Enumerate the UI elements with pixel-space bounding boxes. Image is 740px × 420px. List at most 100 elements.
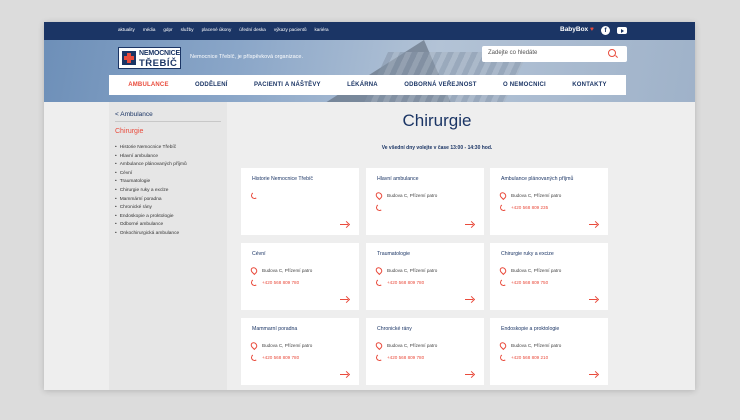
sidebar: < Ambulance Chirurgie Historie Nemocnice…: [109, 102, 227, 390]
sidebar-item[interactable]: Onkochirurgická ambulance: [115, 230, 187, 239]
arrow-right-icon[interactable]: [589, 371, 598, 377]
card-phone[interactable]: +420 568 809 780: [262, 355, 299, 360]
arrow-right-icon[interactable]: [465, 371, 474, 377]
phone-icon: [250, 353, 259, 362]
phone-icon: [250, 278, 259, 287]
babybox-link[interactable]: BabyBox ♥: [560, 26, 594, 33]
sidebar-item[interactable]: Cévní: [115, 170, 187, 179]
page-title: Chirurgie: [402, 111, 472, 130]
arrow-right-icon[interactable]: [589, 296, 598, 302]
ambulance-card[interactable]: Chronické rány Budova C, Přízemí patro +42…: [366, 318, 484, 385]
location-pin-icon: [498, 265, 508, 276]
sidebar-title[interactable]: Chirurgie: [115, 128, 143, 135]
nav-item[interactable]: LÉKÁRNA: [347, 82, 378, 88]
top-link[interactable]: služby: [181, 27, 194, 32]
card-title: Cévní: [252, 251, 266, 257]
top-utility-bar: aktuality média gdpr služby placené úkony úře…: [44, 22, 695, 40]
sidebar-list: Historie Nemocnice TřebíčHlavní ambulanc…: [115, 144, 187, 239]
card-title: Historie Nemocnice Třebíč: [252, 176, 314, 182]
top-links: aktuality média gdpr služby placené úkony úře…: [118, 27, 329, 32]
arrow-right-icon[interactable]: [340, 296, 349, 302]
medical-cross-icon: [122, 51, 136, 65]
card-title: Traumatologie: [377, 251, 410, 257]
ambulance-card[interactable]: Hlavní ambulance Budova C, Přízemí patro: [366, 168, 484, 235]
card-location: Budova C, Přízemí patro: [262, 343, 313, 348]
phone-icon: [375, 203, 384, 212]
location-pin-icon: [498, 190, 508, 201]
nav-item[interactable]: ODDĚLENÍ: [195, 82, 228, 88]
ambulance-card[interactable]: Traumatologie Budova C, Přízemí patro +420…: [366, 243, 484, 310]
sidebar-item[interactable]: Chronické rány: [115, 204, 187, 213]
logo-line-1: NEMOCNICE: [139, 50, 180, 57]
card-phone[interactable]: +420 568 809 210: [511, 355, 548, 360]
top-link[interactable]: média: [143, 27, 156, 32]
nav-item[interactable]: AMBULANCE: [128, 82, 168, 88]
main-navigation: AMBULANCE ODDĚLENÍ PACIENTI A NÁŠTĚVY LÉKÁR…: [109, 75, 626, 95]
sidebar-item[interactable]: Ambulance plánovaných příjmů: [115, 161, 187, 170]
location-pin-icon: [374, 190, 384, 201]
sidebar-item[interactable]: Mammární poradna: [115, 196, 187, 205]
location-pin-icon: [374, 265, 384, 276]
ambulance-card[interactable]: Endoskopie a proktologie Budova C, Přízem…: [490, 318, 608, 385]
top-link[interactable]: úřední deska: [239, 27, 266, 32]
arrow-right-icon[interactable]: [465, 221, 474, 227]
phone-icon: [499, 278, 508, 287]
search-input[interactable]: Zadejte co hledáte: [482, 46, 627, 62]
nav-item[interactable]: O NEMOCNICI: [503, 82, 546, 88]
sidebar-item[interactable]: Odborné ambulance: [115, 221, 187, 230]
ambulance-card[interactable]: Chirurgie ruky a excize Budova C, Přízemí…: [490, 243, 608, 310]
card-location: Budova C, Přízemí patro: [387, 268, 438, 273]
card-phone[interactable]: +420 568 809 780: [387, 355, 424, 360]
sidebar-divider: [115, 121, 221, 122]
ambulance-card[interactable]: Cévní Budova C, Přízemí patro +420 568 809…: [241, 243, 359, 310]
card-title: Mammarní poradna: [252, 326, 298, 332]
nav-item[interactable]: PACIENTI A NÁŠTĚVY: [254, 82, 321, 88]
card-location: Budova C, Přízemí patro: [262, 268, 313, 273]
card-title: Ambulance plánovaných příjmů: [501, 176, 574, 182]
card-phone[interactable]: +420 568 809 750: [511, 280, 548, 285]
ambulance-card[interactable]: Mammarní poradna Budova C, Přízemí patro +…: [241, 318, 359, 385]
nav-item[interactable]: KONTAKTY: [572, 82, 607, 88]
phone-icon: [499, 203, 508, 212]
arrow-right-icon[interactable]: [589, 221, 598, 227]
search-icon[interactable]: [608, 49, 616, 57]
arrow-right-icon[interactable]: [340, 371, 349, 377]
top-link[interactable]: placené úkony: [202, 27, 232, 32]
card-title: Hlavní ambulance: [377, 176, 419, 182]
sidebar-item[interactable]: Traumatologie: [115, 178, 187, 187]
card-title: Chronické rány: [377, 326, 412, 332]
top-link[interactable]: kariéra: [315, 27, 329, 32]
top-link[interactable]: výkazy pacientů: [274, 27, 307, 32]
sidebar-item[interactable]: Chirurgie ruky a exclze: [115, 187, 187, 196]
sidebar-item[interactable]: Historie Nemocnice Třebíč: [115, 144, 187, 153]
phone-icon: [375, 353, 384, 362]
tagline: Nemocnice Třebíč, je příspěvková organiz…: [190, 54, 304, 60]
location-pin-icon: [374, 340, 384, 351]
location-pin-icon: [498, 340, 508, 351]
card-title: Chirurgie ruky a excize: [501, 251, 554, 257]
youtube-icon[interactable]: [617, 27, 627, 34]
arrow-right-icon[interactable]: [340, 221, 349, 227]
card-phone[interactable]: +420 568 809 780: [387, 280, 424, 285]
card-phone[interactable]: +420 568 809 235: [511, 205, 548, 210]
top-link[interactable]: gdpr: [163, 27, 172, 32]
card-title: Endoskopie a proktologie: [501, 326, 560, 332]
hospital-logo[interactable]: NEMOCNICE TŘEBÍČ: [118, 47, 181, 69]
card-location: Budova C, Přízemí patro: [387, 343, 438, 348]
sidebar-item[interactable]: Endoskopie a proktologie: [115, 213, 187, 222]
facebook-icon[interactable]: f: [601, 26, 610, 35]
babybox-heart-icon: ♥: [588, 26, 594, 33]
search-placeholder: Zadejte co hledáte: [488, 50, 538, 56]
arrow-right-icon[interactable]: [465, 296, 474, 302]
card-phone[interactable]: +420 568 809 780: [262, 280, 299, 285]
phone-icon: [375, 278, 384, 287]
top-link[interactable]: aktuality: [118, 27, 135, 32]
ambulance-card[interactable]: Ambulance plánovaných příjmů Budova C, Př…: [490, 168, 608, 235]
back-link[interactable]: < Ambulance: [115, 111, 153, 118]
sidebar-item[interactable]: Hlavní ambulance: [115, 153, 187, 162]
phone-icon: [250, 191, 259, 200]
ambulance-card[interactable]: Historie Nemocnice Třebíč: [241, 168, 359, 235]
browser-window: aktuality média gdpr služby placené úkony úře…: [44, 22, 695, 390]
card-location: Budova C, Přízemí patro: [511, 343, 562, 348]
nav-item[interactable]: ODBORNÁ VEŘEJNOST: [404, 82, 476, 88]
